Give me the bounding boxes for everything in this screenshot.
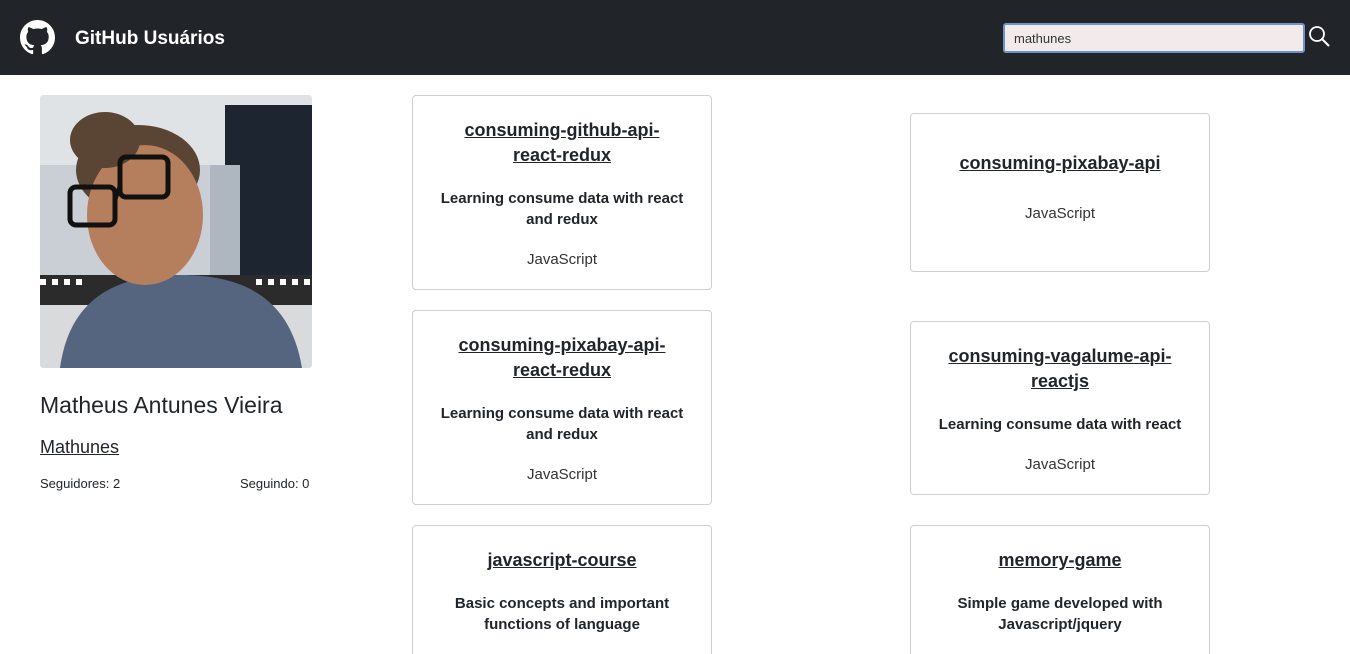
repo-card: consuming-github-api-react-redux Learnin… <box>412 95 712 290</box>
repo-card: consuming-pixabay-api-react-redux Learni… <box>412 310 712 505</box>
repo-title-link[interactable]: consuming-vagalume-api-reactjs <box>941 344 1179 394</box>
repo-language: JavaScript <box>1024 205 1096 222</box>
search-button[interactable] <box>1307 25 1331 49</box>
repo-description: Simple game developed with Javascript/jq… <box>957 595 1163 633</box>
repo-title-link[interactable]: consuming-pixabay-api <box>931 151 1189 176</box>
profile-avatar <box>40 95 312 368</box>
following-count: Seguindo: 0 <box>240 476 310 491</box>
repo-language: JavaScript <box>526 251 598 268</box>
search-icon <box>1309 26 1330 47</box>
repo-description: Learning consume data with react <box>938 416 1182 433</box>
repo-title-link[interactable]: consuming-pixabay-api-react-redux <box>443 333 681 383</box>
repo-title-link[interactable]: memory-game <box>931 548 1189 573</box>
followers-count: Seguidores: 2 <box>40 476 121 491</box>
avatar-photo <box>40 95 312 368</box>
search-input[interactable] <box>1003 23 1305 53</box>
repo-card: consuming-pixabay-api JavaScript <box>910 113 1210 272</box>
repo-description: Learning consume data with react and red… <box>440 405 684 443</box>
repo-title-link[interactable]: javascript-course <box>433 548 691 573</box>
repo-description: Basic concepts and important functions o… <box>454 595 670 633</box>
repo-description: Learning consume data with react and red… <box>440 190 684 228</box>
navbar: GitHub Usuários <box>0 0 1350 75</box>
github-logo-icon[interactable] <box>20 20 55 55</box>
repo-language: JavaScript <box>1024 456 1096 473</box>
repo-card: consuming-vagalume-api-reactjs Learning … <box>910 321 1210 495</box>
profile-login-link[interactable]: Mathunes <box>40 436 119 458</box>
app-title[interactable]: GitHub Usuários <box>75 27 225 51</box>
repo-language: JavaScript <box>526 466 598 483</box>
repo-title-link[interactable]: consuming-github-api-react-redux <box>443 118 681 168</box>
repo-card: memory-game Simple game developed with J… <box>910 525 1210 654</box>
repo-card: javascript-course Basic concepts and imp… <box>412 525 712 654</box>
profile-name: Matheus Antunes Vieira <box>40 392 283 418</box>
